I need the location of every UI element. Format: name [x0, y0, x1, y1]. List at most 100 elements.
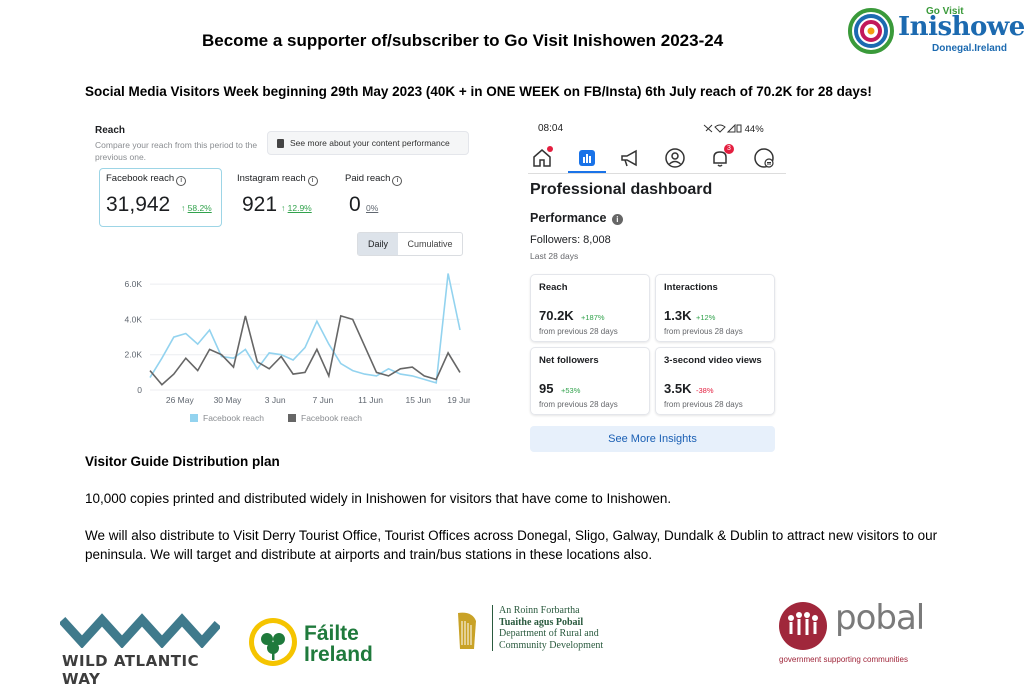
- battery-text: 44%: [744, 124, 764, 135]
- card-title: Interactions: [664, 282, 718, 293]
- instagram-reach-value: 921: [242, 193, 278, 216]
- see-more-insights-button[interactable]: See More Insights: [530, 426, 775, 452]
- daily-toggle[interactable]: Daily: [358, 233, 398, 255]
- x-tick-label: 30 May: [214, 395, 243, 405]
- tab-dashboard[interactable]: [575, 146, 599, 170]
- active-tab-indicator: [568, 171, 606, 173]
- signal-icon: [703, 123, 742, 133]
- card-title: Reach: [539, 282, 568, 293]
- instagram-reach-change: ↑ 12.9%: [281, 203, 312, 213]
- info-icon: i: [392, 176, 403, 186]
- interactions-card[interactable]: Interactions 1.3K +12% from previous 28 …: [655, 274, 775, 342]
- see-more-label: See more about your content performance: [290, 138, 450, 148]
- card-value: 1.3K: [664, 308, 692, 323]
- tab-notifications[interactable]: 3: [708, 144, 734, 170]
- card-change: -38%: [696, 386, 714, 395]
- tab-home[interactable]: [530, 146, 554, 170]
- harp-icon: [458, 612, 476, 649]
- profile-icon: [665, 148, 685, 168]
- y-tick-label: 4.0K: [125, 314, 143, 324]
- pobal-logo: pobal government supporting communities: [775, 598, 955, 668]
- cumulative-toggle[interactable]: Cumulative: [398, 233, 462, 255]
- info-icon: i: [611, 214, 623, 225]
- visitor-guide-paragraph-2: We will also distribute to Visit Derry T…: [85, 528, 938, 562]
- view-toggle: Daily Cumulative: [357, 232, 463, 256]
- y-tick-label: 0: [137, 385, 142, 395]
- y-tick-label: 2.0K: [125, 350, 143, 360]
- card-value: 70.2K: [539, 308, 574, 323]
- bar-chart-icon: [579, 150, 595, 166]
- legend-swatch: [190, 414, 198, 422]
- card-period: from previous 28 days: [539, 327, 618, 336]
- status-icons: 44%: [702, 123, 764, 135]
- facebook-reach-label: Facebook reach i: [106, 173, 187, 186]
- inishowen-text: Inishowen: [898, 12, 1024, 42]
- donegal-text: Donegal.Ireland: [932, 43, 1008, 54]
- series-line-2: [149, 314, 461, 386]
- see-more-button[interactable]: See more about your content performance: [267, 131, 469, 155]
- subtitle: Social Media Visitors Week beginning 29t…: [85, 84, 872, 99]
- tab-ads[interactable]: [619, 146, 643, 170]
- pobal-people-icon: [779, 602, 827, 650]
- menu-avatar-icon: [754, 148, 774, 168]
- instagram-reach-label: Instagram reach i: [237, 173, 318, 186]
- department-logo: An Roinn Forbartha Tuaithe agus Pobail D…: [450, 605, 625, 660]
- home-dot: [547, 146, 553, 152]
- followers-count: Followers: 8,008: [530, 234, 611, 246]
- x-tick-label: 11 Jun: [358, 395, 383, 405]
- paid-reach-label: Paid reach i: [345, 173, 403, 186]
- card-period: from previous 28 days: [664, 327, 743, 336]
- net-followers-card[interactable]: Net followers 95 +53% from previous 28 d…: [530, 347, 650, 415]
- tab-profile[interactable]: [663, 146, 687, 170]
- performance-heading: Performance i: [530, 211, 623, 225]
- video-views-card[interactable]: 3-second video views 3.5K -38% from prev…: [655, 347, 775, 415]
- facebook-reach-change: ↑ 58.2%: [181, 203, 212, 213]
- x-tick-label: 19 Jun: [447, 395, 470, 405]
- visitor-guide-paragraph-1: 10,000 copies printed and distributed wi…: [85, 491, 672, 506]
- ireland-text: Ireland: [304, 643, 373, 666]
- card-period: from previous 28 days: [664, 400, 743, 409]
- reach-title: Reach: [95, 125, 126, 136]
- card-change: +53%: [561, 386, 581, 395]
- series-line-1: [149, 273, 461, 384]
- card-value: 3.5K: [664, 381, 692, 396]
- reach-card[interactable]: Reach 70.2K +187% from previous 28 days: [530, 274, 650, 342]
- x-tick-label: 26 May: [166, 395, 195, 405]
- reach-description: Compare your reach from this period to t…: [95, 140, 258, 162]
- tab-bar: 3: [528, 142, 786, 174]
- card-change: +12%: [696, 313, 716, 322]
- tab-menu[interactable]: [752, 146, 776, 170]
- card-period: from previous 28 days: [539, 400, 618, 409]
- status-time: 08:04: [538, 123, 564, 134]
- wave-icon: [60, 613, 220, 648]
- pobal-text: pobal: [835, 598, 925, 638]
- card-title: 3-second video views: [664, 355, 762, 366]
- y-tick-label: 6.0K: [125, 279, 143, 289]
- card-title: Net followers: [539, 355, 599, 366]
- professional-dashboard-panel: 08:04 44% 3 Professional dashboard Perfo…: [528, 118, 788, 458]
- x-tick-label: 15 Jun: [406, 395, 432, 405]
- book-icon: [277, 139, 284, 148]
- shamrock-icon: [249, 618, 297, 666]
- legend-swatch: [288, 414, 296, 422]
- inishowen-logo: Go Visit Inishowen Donegal.Ireland: [846, 6, 1024, 56]
- facebook-reach-value: 31,942: [106, 193, 171, 216]
- legend-label: Facebook reach: [203, 413, 264, 423]
- notification-badge: 3: [724, 144, 734, 154]
- card-value: 95: [539, 381, 554, 396]
- legend-label: Facebook reach: [301, 413, 362, 423]
- paid-reach-change: 0%: [366, 203, 379, 213]
- card-change: +187%: [581, 313, 605, 322]
- waw-text: WILD ATLANTIC WAY: [62, 652, 200, 688]
- failte-ireland-logo: Fáilte Ireland: [247, 615, 397, 670]
- megaphone-icon: [621, 149, 637, 167]
- page-title: Become a supporter of/subscriber to Go V…: [202, 31, 724, 50]
- info-icon: i: [307, 176, 318, 186]
- dashboard-title: Professional dashboard: [530, 181, 713, 198]
- department-text: An Roinn Forbartha Tuaithe agus Pobail D…: [492, 605, 603, 651]
- info-icon: i: [176, 176, 187, 186]
- visitor-guide-heading: Visitor Guide Distribution plan: [85, 454, 280, 469]
- period-label: Last 28 days: [530, 251, 579, 261]
- x-tick-label: 7 Jun: [312, 395, 333, 405]
- wild-atlantic-way-logo: WILD ATLANTIC WAY: [60, 612, 220, 688]
